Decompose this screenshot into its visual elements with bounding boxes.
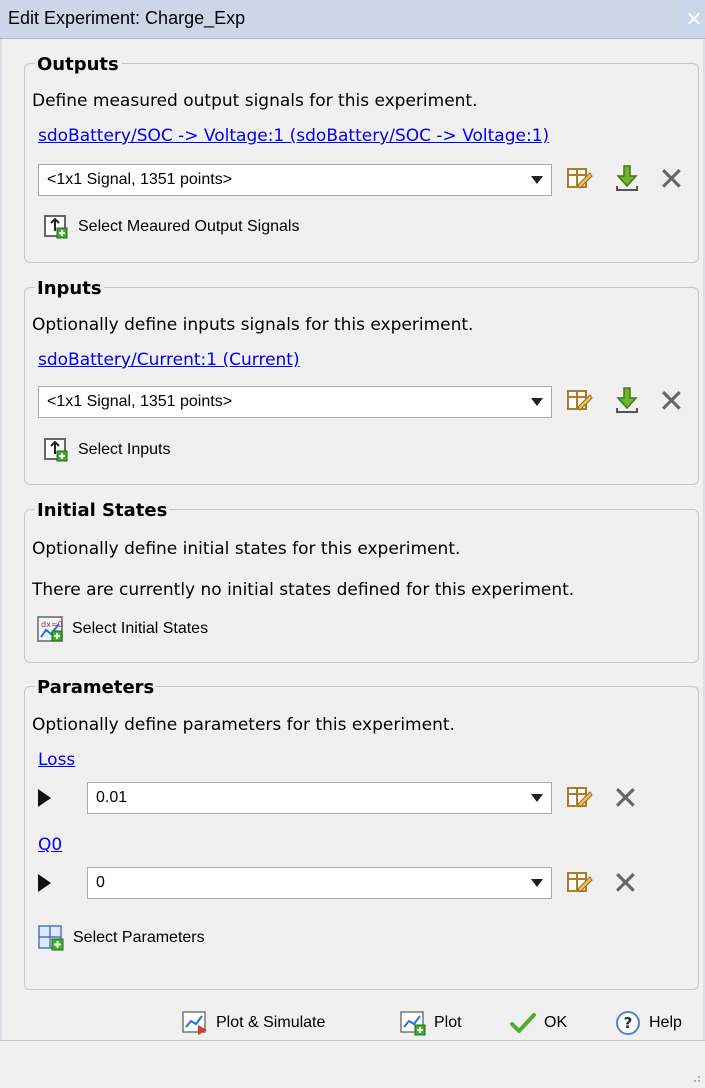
edit-table-icon[interactable] bbox=[563, 782, 593, 812]
help-icon: ? bbox=[616, 1011, 640, 1035]
select-initial-states-label: Select Initial States bbox=[72, 620, 209, 637]
plot-label: Plot bbox=[434, 1014, 462, 1031]
parameter-value-q0: 0 bbox=[96, 874, 105, 891]
select-parameters-button[interactable]: Select Parameters bbox=[37, 924, 205, 952]
select-initial-states-button[interactable]: dx=0 Select Initial States bbox=[36, 615, 208, 643]
help-button[interactable]: ? Help bbox=[614, 1009, 682, 1037]
chevron-down-icon bbox=[531, 794, 543, 802]
chevron-down-icon bbox=[531, 879, 543, 887]
inputs-signal-link[interactable]: sdoBattery/Current:1 (Current) bbox=[38, 350, 300, 370]
plot-icon bbox=[400, 1011, 426, 1036]
expand-parameter-icon[interactable] bbox=[38, 789, 51, 807]
remove-icon[interactable]: ✕ bbox=[612, 867, 639, 899]
remove-icon[interactable]: ✕ bbox=[658, 385, 685, 417]
parameter-value-select-q0[interactable]: 0 bbox=[87, 867, 552, 899]
initial-states-note: There are currently no initial states de… bbox=[32, 580, 575, 600]
window-left-border bbox=[0, 39, 2, 1087]
outputs-select-value: <1x1 Signal, 1351 points> bbox=[47, 171, 233, 188]
ok-label: OK bbox=[544, 1014, 568, 1031]
ok-button[interactable]: OK bbox=[509, 1009, 567, 1037]
parameters-description: Optionally define parameters for this ex… bbox=[32, 715, 455, 735]
plot-simulate-button[interactable]: Plot & Simulate bbox=[181, 1009, 325, 1037]
outputs-description: Define measured output signals for this … bbox=[32, 91, 478, 111]
select-parameters-label: Select Parameters bbox=[73, 929, 205, 946]
signal-select-icon bbox=[44, 438, 68, 462]
window-title: Edit Experiment: Charge_Exp bbox=[8, 8, 246, 28]
inputs-description: Optionally define inputs signals for thi… bbox=[32, 315, 474, 335]
plot-button[interactable]: Plot bbox=[399, 1009, 462, 1037]
edit-table-icon[interactable] bbox=[563, 163, 593, 193]
resize-grip-icon[interactable] bbox=[689, 1071, 701, 1083]
inputs-title: Inputs bbox=[35, 278, 104, 299]
select-inputs-button[interactable]: Select Inputs bbox=[42, 436, 171, 464]
checkmark-icon bbox=[510, 1013, 536, 1033]
parameters-grid-icon bbox=[38, 925, 64, 951]
parameter-value-loss: 0.01 bbox=[96, 789, 128, 806]
outputs-signal-select[interactable]: <1x1 Signal, 1351 points> bbox=[38, 164, 552, 196]
outputs-title: Outputs bbox=[35, 54, 121, 75]
select-measured-output-signals-button[interactable]: Select Meaured Output Signals bbox=[42, 213, 299, 241]
edit-table-icon[interactable] bbox=[563, 385, 593, 415]
import-icon[interactable] bbox=[612, 163, 642, 193]
signal-select-icon bbox=[44, 215, 68, 239]
inputs-select-value: <1x1 Signal, 1351 points> bbox=[47, 393, 233, 410]
initial-states-title: Initial States bbox=[35, 500, 170, 521]
edit-table-icon[interactable] bbox=[563, 867, 593, 897]
parameter-link-q0[interactable]: Q0 bbox=[38, 835, 62, 855]
close-icon[interactable]: ✕ bbox=[683, 0, 705, 38]
status-bar bbox=[0, 1040, 705, 1088]
plot-simulate-icon bbox=[182, 1011, 207, 1035]
chevron-down-icon bbox=[531, 176, 543, 184]
chevron-down-icon bbox=[531, 398, 543, 406]
outputs-signal-link[interactable]: sdoBattery/SOC -> Voltage:1 (sdoBattery/… bbox=[38, 126, 549, 146]
help-label: Help bbox=[649, 1014, 682, 1031]
parameters-title: Parameters bbox=[35, 677, 157, 698]
svg-text:?: ? bbox=[624, 1014, 633, 1032]
import-icon[interactable] bbox=[612, 385, 642, 415]
parameter-link-loss[interactable]: Loss bbox=[38, 750, 75, 770]
initial-states-icon: dx=0 bbox=[37, 616, 63, 642]
select-measured-output-signals-label: Select Meaured Output Signals bbox=[78, 218, 300, 235]
expand-parameter-icon[interactable] bbox=[38, 874, 51, 892]
inputs-signal-select[interactable]: <1x1 Signal, 1351 points> bbox=[38, 386, 552, 418]
parameter-value-select-loss[interactable]: 0.01 bbox=[87, 782, 552, 814]
initial-states-description: Optionally define initial states for thi… bbox=[32, 539, 461, 559]
title-bar: Edit Experiment: Charge_Exp ✕ bbox=[0, 0, 705, 39]
select-inputs-label: Select Inputs bbox=[78, 441, 171, 458]
plot-simulate-label: Plot & Simulate bbox=[216, 1014, 326, 1031]
remove-icon[interactable]: ✕ bbox=[612, 782, 639, 814]
remove-icon[interactable]: ✕ bbox=[658, 163, 685, 195]
